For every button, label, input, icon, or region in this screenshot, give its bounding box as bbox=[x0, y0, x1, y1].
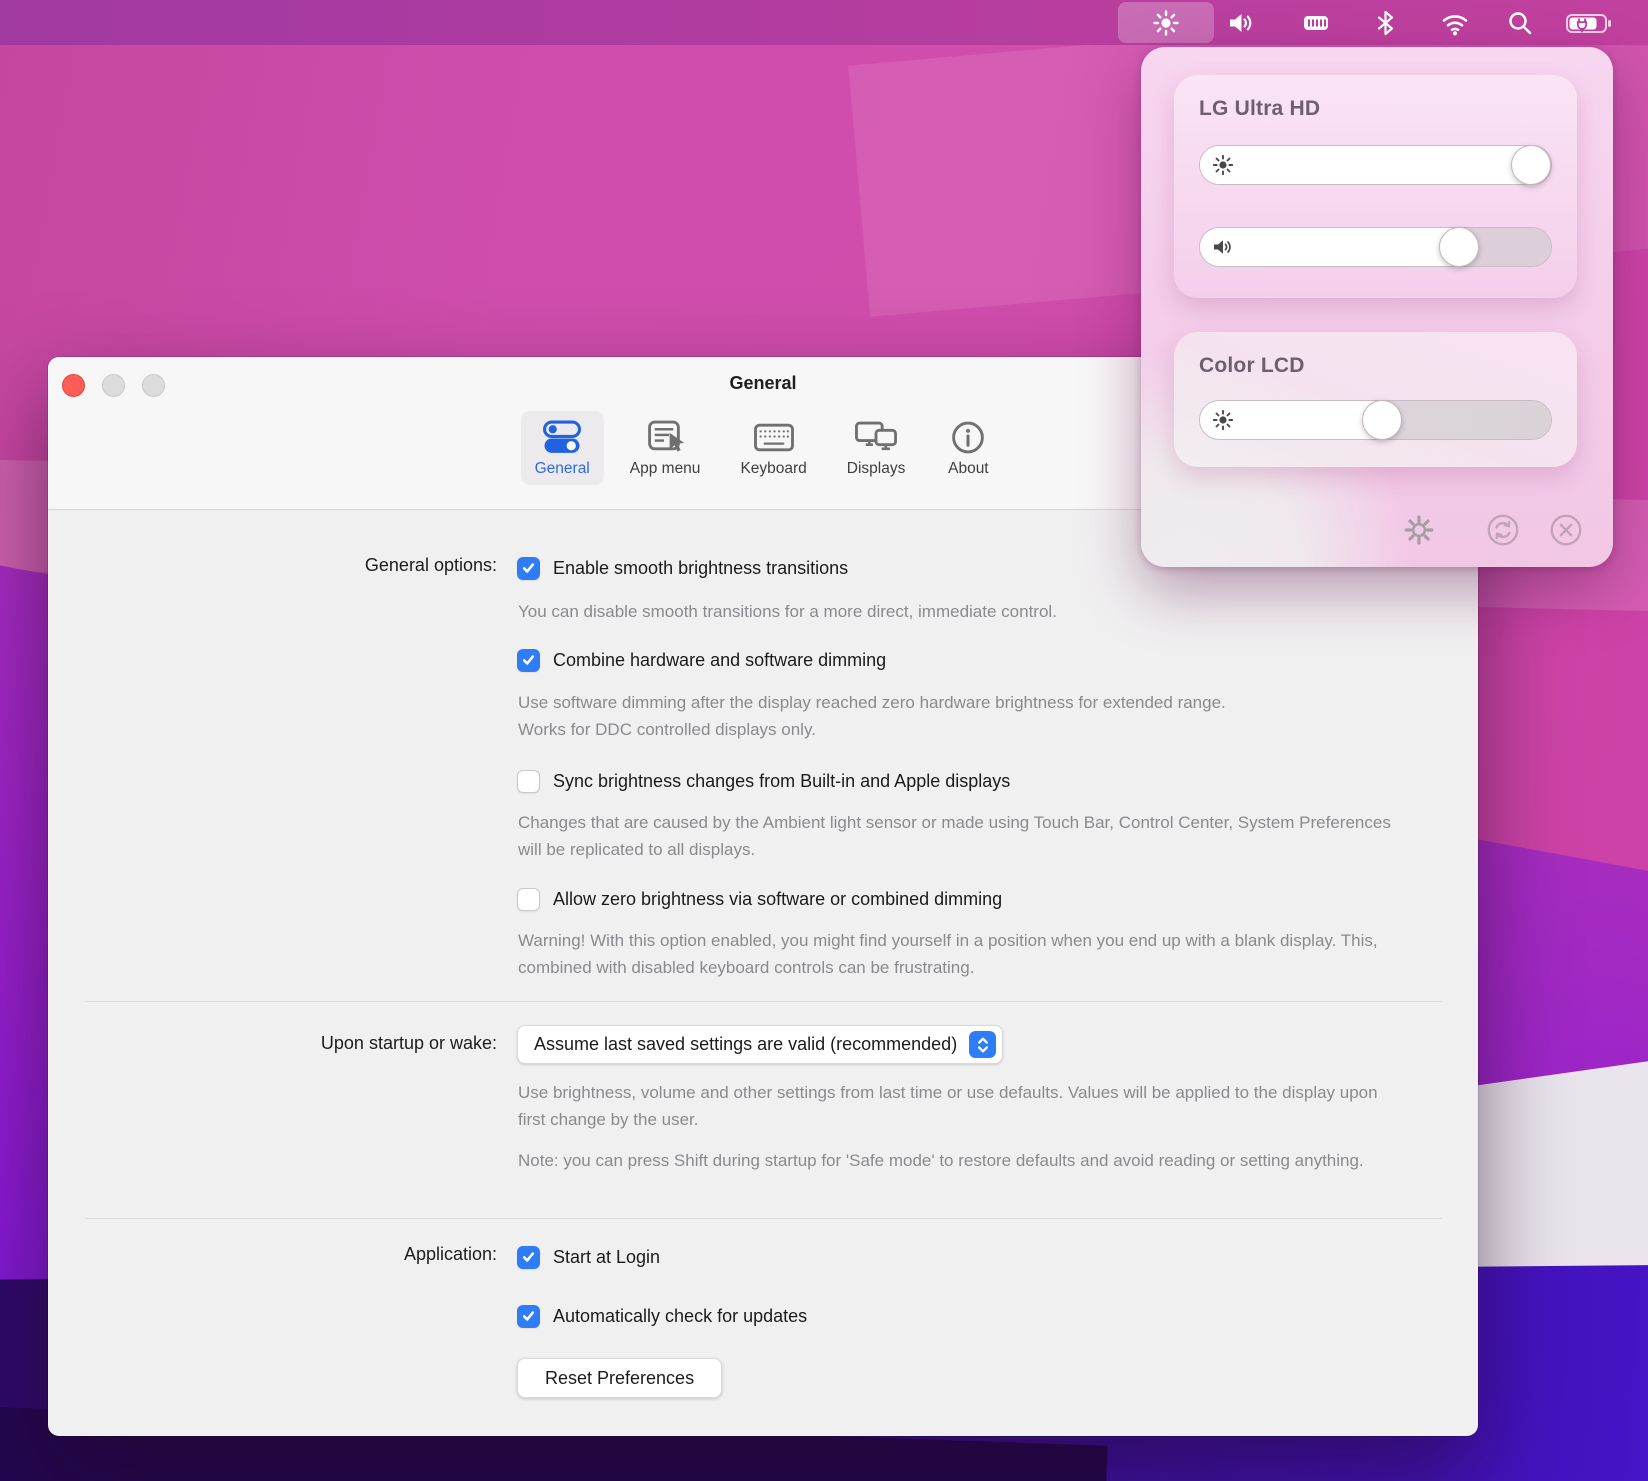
checkbox-row-smooth-transitions: Enable smooth brightness transitions bbox=[517, 554, 848, 582]
volume-menu-icon[interactable] bbox=[1226, 8, 1256, 38]
display-card-color-lcd: Color LCD bbox=[1174, 332, 1577, 467]
slider-fill bbox=[1200, 146, 1547, 184]
tab-label: Displays bbox=[847, 460, 906, 478]
checkbox-row-start-at-login: Start at Login bbox=[517, 1243, 660, 1271]
brightness-menu-icon[interactable] bbox=[1151, 8, 1181, 38]
sync-brightness-checkbox[interactable] bbox=[517, 770, 540, 793]
slider-thumb[interactable] bbox=[1511, 145, 1551, 185]
dropdown-selected-value: Assume last saved settings are valid (re… bbox=[534, 1034, 957, 1055]
startup-label: Upon startup or wake: bbox=[85, 1033, 497, 1054]
start-at-login-checkbox[interactable] bbox=[517, 1246, 540, 1269]
smooth-transitions-checkbox[interactable] bbox=[517, 557, 540, 580]
battery-menu-icon[interactable] bbox=[1565, 8, 1613, 38]
tab-app-menu[interactable]: App menu bbox=[616, 411, 715, 485]
app-menu-icon bbox=[642, 419, 688, 456]
checkbox-row-sync-brightness: Sync brightness changes from Built-in an… bbox=[517, 767, 1010, 795]
popover-settings-button[interactable] bbox=[1400, 511, 1438, 549]
desktop: General General bbox=[0, 0, 1648, 1481]
checkbox-label: Automatically check for updates bbox=[553, 1306, 807, 1327]
general-options-label: General options: bbox=[85, 555, 497, 576]
displays-icon bbox=[853, 419, 899, 456]
tab-label: App menu bbox=[630, 460, 701, 478]
checkbox-label: Start at Login bbox=[553, 1247, 660, 1268]
slider-thumb[interactable] bbox=[1362, 400, 1402, 440]
lg-volume-slider[interactable] bbox=[1199, 227, 1552, 267]
tab-displays[interactable]: Displays bbox=[833, 411, 920, 485]
tab-label: General bbox=[535, 460, 590, 478]
reset-preferences-button[interactable]: Reset Preferences bbox=[517, 1358, 722, 1398]
display-name: LG Ultra HD bbox=[1199, 97, 1320, 121]
brightness-icon bbox=[1211, 408, 1235, 432]
keyboard-brightness-menu-icon[interactable] bbox=[1301, 8, 1331, 38]
volume-icon bbox=[1211, 235, 1235, 259]
wifi-menu-icon[interactable] bbox=[1440, 8, 1470, 38]
description-text: Use brightness, volume and other setting… bbox=[518, 1079, 1398, 1133]
menu-bar bbox=[0, 0, 1648, 45]
popover-refresh-button[interactable] bbox=[1484, 511, 1522, 549]
description-text: Warning! With this option enabled, you m… bbox=[518, 927, 1413, 981]
description-text: Changes that are caused by the Ambient l… bbox=[518, 809, 1403, 863]
lg-brightness-slider[interactable] bbox=[1199, 145, 1552, 185]
keyboard-icon bbox=[751, 419, 797, 456]
popover-close-button[interactable] bbox=[1547, 511, 1585, 549]
search-menu-icon[interactable] bbox=[1505, 8, 1535, 38]
toggles-icon bbox=[539, 419, 585, 456]
allow-zero-brightness-checkbox[interactable] bbox=[517, 888, 540, 911]
tab-about[interactable]: About bbox=[931, 411, 1005, 485]
checkbox-label: Combine hardware and software dimming bbox=[553, 650, 886, 671]
description-text: You can disable smooth transitions for a… bbox=[518, 598, 1057, 625]
checkbox-label: Allow zero brightness via software or co… bbox=[553, 889, 1002, 910]
tab-keyboard[interactable]: Keyboard bbox=[726, 411, 820, 485]
slider-fill bbox=[1200, 228, 1475, 266]
display-control-popover: LG Ultra HD bbox=[1141, 47, 1613, 567]
lcd-brightness-slider[interactable] bbox=[1199, 400, 1552, 440]
auto-updates-checkbox[interactable] bbox=[517, 1305, 540, 1328]
display-name: Color LCD bbox=[1199, 354, 1305, 378]
tab-label: Keyboard bbox=[740, 460, 806, 478]
checkbox-row-auto-updates: Automatically check for updates bbox=[517, 1302, 807, 1330]
section-divider bbox=[85, 1218, 1442, 1219]
startup-behavior-dropdown[interactable]: Assume last saved settings are valid (re… bbox=[517, 1025, 1003, 1064]
checkbox-row-allow-zero-brightness: Allow zero brightness via software or co… bbox=[517, 885, 1002, 913]
description-text: Use software dimming after the display r… bbox=[518, 689, 1263, 743]
note-text: Note: you can press Shift during startup… bbox=[518, 1147, 1364, 1174]
brightness-icon bbox=[1211, 153, 1235, 177]
tab-general[interactable]: General bbox=[521, 411, 604, 485]
checkbox-row-combine-dimming: Combine hardware and software dimming bbox=[517, 646, 886, 674]
display-card-lg-ultra-hd: LG Ultra HD bbox=[1174, 75, 1577, 298]
tab-label: About bbox=[948, 460, 989, 478]
section-divider bbox=[85, 1001, 1442, 1002]
bluetooth-menu-icon[interactable] bbox=[1371, 8, 1401, 38]
application-label: Application: bbox=[85, 1244, 497, 1265]
checkbox-label: Sync brightness changes from Built-in an… bbox=[553, 771, 1010, 792]
combine-dimming-checkbox[interactable] bbox=[517, 649, 540, 672]
info-icon bbox=[945, 419, 991, 456]
checkbox-label: Enable smooth brightness transitions bbox=[553, 558, 848, 579]
dropdown-chevrons-icon bbox=[969, 1031, 996, 1058]
